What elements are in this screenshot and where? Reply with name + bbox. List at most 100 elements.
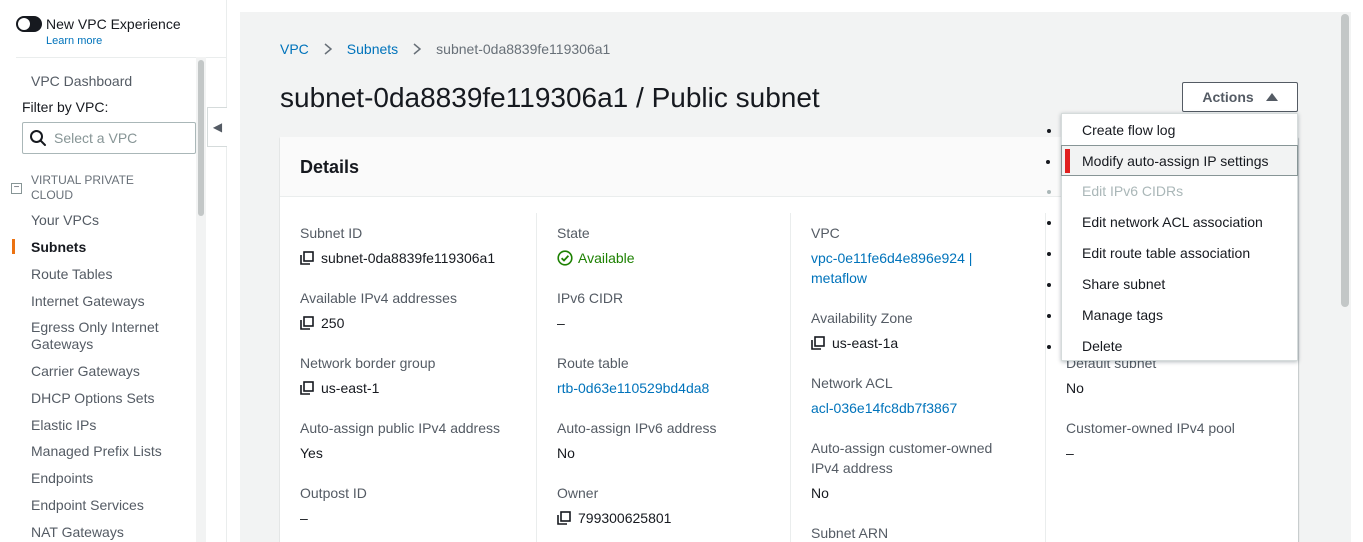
menu-item-edit-network-acl-association[interactable]: Edit network ACL association (1062, 207, 1297, 238)
field-availability-zone: Availability Zone us-east-1a (811, 308, 1031, 353)
sidebar-item-internet-gateways[interactable]: Internet Gateways (31, 293, 181, 310)
actions-button[interactable]: Actions (1182, 82, 1298, 112)
auto-assign-public-ipv4-value: Yes (300, 445, 323, 461)
subnet-id-value-row: subnet-0da8839fe119306a1 (300, 248, 520, 268)
caret-up-icon (1265, 93, 1278, 101)
sidebar-item-elastic-ips[interactable]: Elastic IPs (31, 417, 181, 434)
details-column-3: VPC vpc-0e11fe6d4e896e924 | metaflow Ava… (790, 213, 1045, 542)
sidebar-item-carrier-gateways[interactable]: Carrier Gateways (31, 363, 181, 380)
section-title: VIRTUAL PRIVATE CLOUD (31, 173, 134, 202)
sidebar-item-managed-prefix-lists[interactable]: Managed Prefix Lists (31, 443, 181, 460)
available-ipv4-value: 250 (321, 315, 345, 331)
availability-zone-value-row: us-east-1a (811, 333, 1031, 353)
route-table-link[interactable]: rtb-0d63e110529bd4da8 (557, 378, 777, 398)
available-ipv4-value-row: 250 (300, 313, 520, 333)
menu-item-manage-tags[interactable]: Manage tags (1062, 300, 1297, 331)
network-border-group-value: us-east-1 (321, 380, 380, 396)
section-virtual-private-cloud[interactable]: − VIRTUAL PRIVATE CLOUD (11, 173, 171, 203)
vpc-label: VPC (811, 225, 840, 241)
auto-assign-public-ipv4-label: Auto-assign public IPv4 address (300, 420, 500, 436)
auto-assign-customer-owned-label-2: IPv4 address (811, 460, 893, 476)
breadcrumb-subnets[interactable]: Subnets (347, 41, 398, 57)
vpc-link-line1: vpc-0e11fe6d4e896e924 | (811, 250, 973, 266)
outpost-id-label: Outpost ID (300, 485, 367, 501)
sidebar-item-route-tables[interactable]: Route Tables (31, 266, 181, 283)
customer-owned-ipv4-pool-label: Customer-owned IPv4 pool (1066, 420, 1235, 436)
sidebar-item-your-vpcs[interactable]: Your VPCs (31, 212, 181, 229)
chevron-right-icon (413, 43, 422, 55)
sidebar-collapse-handle[interactable]: ◀ (207, 107, 227, 147)
collapse-minus-icon[interactable]: − (11, 183, 22, 194)
available-ipv4-label: Available IPv4 addresses (300, 290, 457, 306)
sidebar-item-vpc-dashboard[interactable]: VPC Dashboard (31, 72, 132, 90)
menu-item-edit-ipv6-cidrs: Edit IPv6 CIDRs (1062, 176, 1297, 207)
availability-zone-value: us-east-1a (832, 335, 899, 351)
new-experience-toggle[interactable] (16, 16, 42, 32)
main-scrollbar-thumb[interactable] (1341, 14, 1349, 307)
outpost-id-value: – (300, 510, 308, 526)
field-customer-owned-ipv4-pool: Customer-owned IPv4 pool – (1066, 418, 1286, 463)
menu-item-delete[interactable]: Delete (1062, 331, 1297, 362)
sidebar-item-endpoint-services[interactable]: Endpoint Services (31, 497, 181, 514)
new-experience-toggle-row[interactable]: New VPC Experience (16, 15, 181, 33)
sidebar-item-endpoints[interactable]: Endpoints (31, 470, 181, 487)
sidebar-scrollbar-thumb[interactable] (198, 60, 204, 216)
sidebar-item-dhcp-options-sets[interactable]: DHCP Options Sets (31, 390, 181, 407)
copy-icon[interactable] (300, 381, 314, 395)
field-auto-assign-ipv6: Auto-assign IPv6 address No (557, 418, 777, 463)
breadcrumb-vpc[interactable]: VPC (280, 41, 309, 57)
customer-owned-ipv4-pool-value: – (1066, 445, 1074, 461)
vpc-link[interactable]: vpc-0e11fe6d4e896e924 | metaflow (811, 248, 1031, 288)
field-network-acl: Network ACL acl-036e14fc8db7f3867 (811, 373, 1031, 418)
route-table-label: Route table (557, 355, 629, 371)
field-route-table: Route table rtb-0d63e110529bd4da8 (557, 353, 777, 398)
sidebar-item-egress-only-internet-gateways[interactable]: Egress Only Internet Gateways (31, 319, 181, 353)
copy-icon[interactable] (300, 251, 314, 265)
vpc-filter-placeholder: Select a VPC (54, 130, 138, 146)
default-subnet-value: No (1066, 380, 1084, 396)
menu-item-modify-auto-assign-ip-settings[interactable]: Modify auto-assign IP settings (1061, 145, 1298, 176)
active-indicator (12, 239, 15, 254)
copy-icon[interactable] (811, 336, 825, 350)
breadcrumb-current: subnet-0da8839fe119306a1 (436, 41, 611, 57)
auto-assign-customer-owned-value: No (811, 485, 829, 501)
owner-value-row: 799300625801 (557, 508, 777, 528)
auto-assign-customer-owned-label-1: Auto-assign customer-owned (811, 440, 993, 456)
ipv6-cidr-value: – (557, 315, 565, 331)
sidebar-item-nat-gateways[interactable]: NAT Gateways (31, 524, 181, 541)
subnet-arn-label: Subnet ARN (811, 525, 889, 541)
details-column-1: Subnet ID subnet-0da8839fe119306a1 Avail… (280, 213, 536, 542)
vpc-link-line2: metaflow (811, 270, 868, 286)
subnet-id-label: Subnet ID (300, 225, 363, 241)
vpc-filter-select[interactable]: Select a VPC (22, 122, 196, 154)
search-icon (30, 130, 46, 146)
subnet-id-value: subnet-0da8839fe119306a1 (321, 250, 496, 266)
state-value: Available (578, 250, 635, 266)
availability-zone-label: Availability Zone (811, 310, 913, 326)
auto-assign-ipv6-label: Auto-assign IPv6 address (557, 420, 717, 436)
menu-item-edit-route-table-association[interactable]: Edit route table association (1062, 238, 1297, 269)
copy-icon[interactable] (300, 316, 314, 330)
actions-menu: Create flow log Modify auto-assign IP se… (1061, 113, 1298, 361)
status-ok-icon (557, 250, 573, 266)
copy-icon[interactable] (557, 511, 571, 525)
actions-button-label: Actions (1202, 89, 1254, 105)
chevron-right-icon (324, 43, 332, 55)
network-acl-link[interactable]: acl-036e14fc8db7f3867 (811, 398, 1031, 418)
field-owner: Owner 799300625801 (557, 483, 777, 528)
breadcrumb: VPC Subnets subnet-0da8839fe119306a1 (280, 41, 610, 57)
field-auto-assign-public-ipv4: Auto-assign public IPv4 address Yes (300, 418, 520, 463)
auto-assign-ipv6-value: No (557, 445, 575, 461)
field-vpc: VPC vpc-0e11fe6d4e896e924 | metaflow (811, 223, 1031, 288)
state-label: State (557, 225, 590, 241)
owner-value: 799300625801 (578, 510, 672, 526)
menu-item-share-subnet[interactable]: Share subnet (1062, 269, 1297, 300)
menu-item-create-flow-log[interactable]: Create flow log (1062, 115, 1297, 146)
vpc-console: New VPC Experience Learn more VPC Dashbo… (0, 0, 1363, 542)
learn-more-link[interactable]: Learn more (46, 35, 102, 47)
sidebar-divider (16, 57, 226, 58)
details-column-2: State Available IPv6 CIDR – Route table … (536, 213, 791, 542)
state-value-row: Available (557, 248, 777, 268)
field-ipv6-cidr: IPv6 CIDR – (557, 288, 777, 333)
sidebar-item-subnets[interactable]: Subnets (31, 239, 181, 256)
